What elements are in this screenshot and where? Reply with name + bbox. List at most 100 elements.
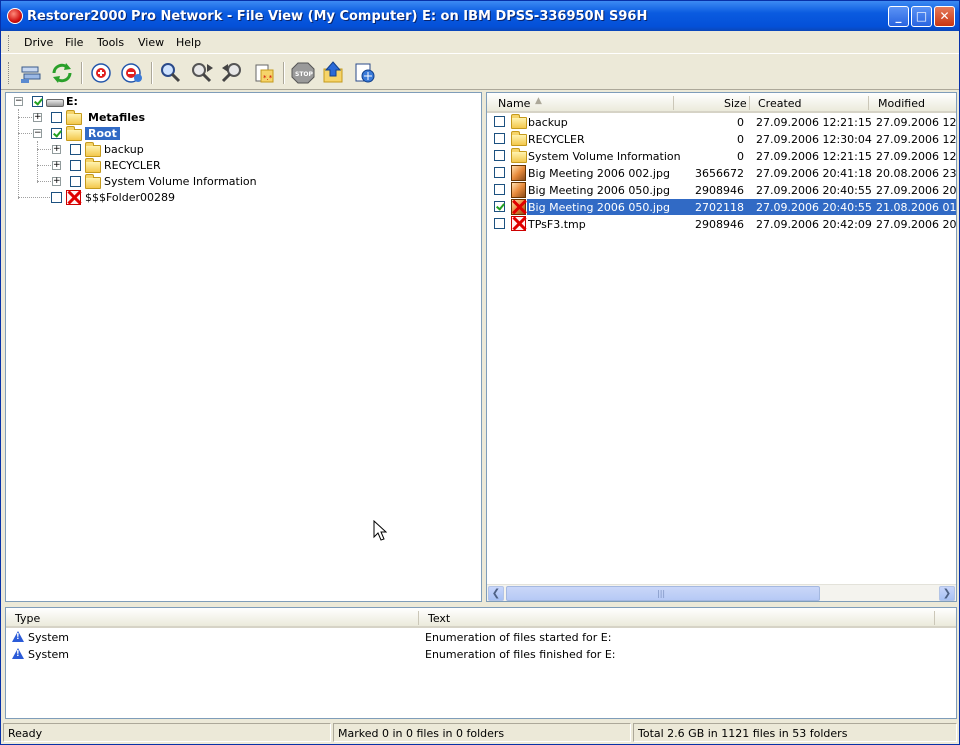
close-button[interactable]: ✕ [934,6,955,27]
file-list-pane[interactable]: Name ▲ Size Created Modified backup 0 27… [486,92,957,602]
file-checkbox[interactable] [494,116,505,127]
find-previous-icon[interactable] [220,61,246,85]
search-icon[interactable] [158,61,184,85]
open-folder-icon [66,126,82,141]
tree-item-metafiles[interactable]: + Metafiles [6,110,476,126]
tree-checkbox[interactable] [32,96,43,107]
file-mask-icon[interactable]: *.* [251,61,277,85]
column-modified-header[interactable]: Modified [878,97,925,110]
title-bar[interactable]: Restorer2000 Pro Network - File View (My… [1,1,959,31]
column-divider[interactable] [934,611,935,625]
column-divider[interactable] [418,611,419,625]
file-row[interactable]: Big Meeting 2006 002.jpg 3656672 27.09.2… [487,165,957,182]
scroll-thumb[interactable]: ||| [506,586,820,601]
menu-tools[interactable]: Tools [97,36,124,49]
log-pane[interactable]: Type Text System Enumeration of files st… [5,607,957,719]
scroll-left-button[interactable]: ❮ [488,586,504,601]
file-row[interactable]: TPsF3.tmp 2908946 27.09.2006 20:42:09 27… [487,216,957,233]
expand-toggle[interactable]: + [52,145,61,154]
tree-checkbox[interactable] [51,112,62,123]
file-modified: 20.08.2006 23:3 [876,167,957,180]
log-row[interactable]: System Enumeration of files finished for… [6,647,956,664]
tree-checkbox[interactable] [70,144,81,155]
app-icon[interactable] [7,8,23,24]
tree-checkbox[interactable] [70,176,81,187]
svg-text:*.*: *.* [263,74,273,82]
tree-item-recycler[interactable]: + RECYCLER [6,158,476,174]
file-checkbox[interactable] [494,201,505,212]
column-divider[interactable] [868,96,869,110]
scroll-right-button[interactable]: ❯ [939,586,955,601]
file-checkbox[interactable] [494,218,505,229]
file-row[interactable]: RECYCLER 0 27.09.2006 12:30:04 27.09.200… [487,131,957,148]
menu-bar: Drive File Tools View Help [1,32,959,54]
find-next-icon[interactable] [189,61,215,85]
expand-toggle[interactable]: + [52,177,61,186]
collapse-toggle[interactable]: − [33,129,42,138]
toolbar-separator [283,62,285,84]
file-row[interactable]: Big Meeting 2006 050.jpg 2908946 27.09.2… [487,182,956,199]
expand-toggle[interactable]: + [52,161,61,170]
tree-checkbox[interactable] [51,128,62,139]
refresh-icon[interactable] [49,61,75,85]
collapse-toggle[interactable]: − [14,97,23,106]
stop-icon[interactable]: STOP [290,61,316,85]
log-text: Enumeration of files started for E: [425,631,612,644]
minimize-button[interactable]: _ [888,6,909,27]
tree-item-drive-e[interactable]: − E: [6,94,476,110]
recover-network-icon[interactable] [352,61,378,85]
tree-item-backup[interactable]: + backup [6,142,476,158]
column-created-header[interactable]: Created [758,97,802,110]
file-name: System Volume Information [528,150,681,163]
open-drive-icon[interactable] [18,61,44,85]
column-divider[interactable] [673,96,674,110]
sort-ascending-icon: ▲ [535,96,542,106]
file-checkbox[interactable] [494,167,505,178]
tree-item-deleted-folder[interactable]: $$$Folder00289 [6,190,476,206]
file-checkbox[interactable] [494,133,505,144]
column-text-header[interactable]: Text [428,612,450,625]
folder-icon [85,142,101,157]
maximize-button[interactable]: □ [911,6,932,27]
tree-item-root[interactable]: − Root [6,126,476,142]
list-header: Name ▲ Size Created Modified [487,93,956,113]
file-checkbox[interactable] [494,184,505,195]
tree-item-system-volume-information[interactable]: + System Volume Information [6,174,476,190]
file-modified: 27.09.2006 12:2 [876,150,957,163]
drive-icon [46,99,64,107]
horizontal-scrollbar[interactable]: ❮ ||| ❯ [487,584,956,601]
file-checkbox[interactable] [494,150,505,161]
column-name-header[interactable]: Name [498,97,530,110]
menu-file[interactable]: File [65,36,83,49]
info-icon [12,631,24,642]
file-row[interactable]: System Volume Information 0 27.09.2006 1… [487,148,957,165]
menu-view[interactable]: View [138,36,164,49]
menu-help[interactable]: Help [176,36,201,49]
menu-drive[interactable]: Drive [24,36,53,49]
file-row[interactable]: backup 0 27.09.2006 12:21:15 27.09.2006 … [487,114,956,131]
file-created: 27.09.2006 20:42:09 [756,218,872,231]
add-region-icon[interactable] [88,61,114,85]
file-name: backup [528,116,568,129]
folder-tree-pane[interactable]: − E: + Metafiles − Root + backup + RECYC… [5,92,482,602]
recover-icon[interactable] [321,61,347,85]
add-region-alt-icon[interactable] [119,61,145,85]
file-created: 27.09.2006 20:40:55 [756,201,872,214]
tree-checkbox[interactable] [70,160,81,171]
log-row[interactable]: System Enumeration of files started for … [6,630,956,647]
toolbar-grip[interactable] [8,62,11,84]
file-modified: 27.09.2006 20:4 [876,218,957,231]
column-divider[interactable] [749,96,750,110]
column-type-header[interactable]: Type [15,612,40,625]
file-modified: 27.09.2006 12:3 [876,133,957,146]
tree-label: $$$Folder00289 [85,191,175,204]
file-created: 27.09.2006 12:21:15 [756,150,872,163]
expand-toggle[interactable]: + [33,113,42,122]
file-row-selected[interactable]: Big Meeting 2006 050.jpg 2702118 27.09.2… [487,199,956,216]
menu-grip[interactable] [8,35,11,51]
toolbar-separator [151,62,153,84]
column-size-header[interactable]: Size [724,97,747,110]
tree-checkbox[interactable] [51,192,62,203]
deleted-file-icon [511,216,526,231]
file-size: 2908946 [695,184,744,197]
